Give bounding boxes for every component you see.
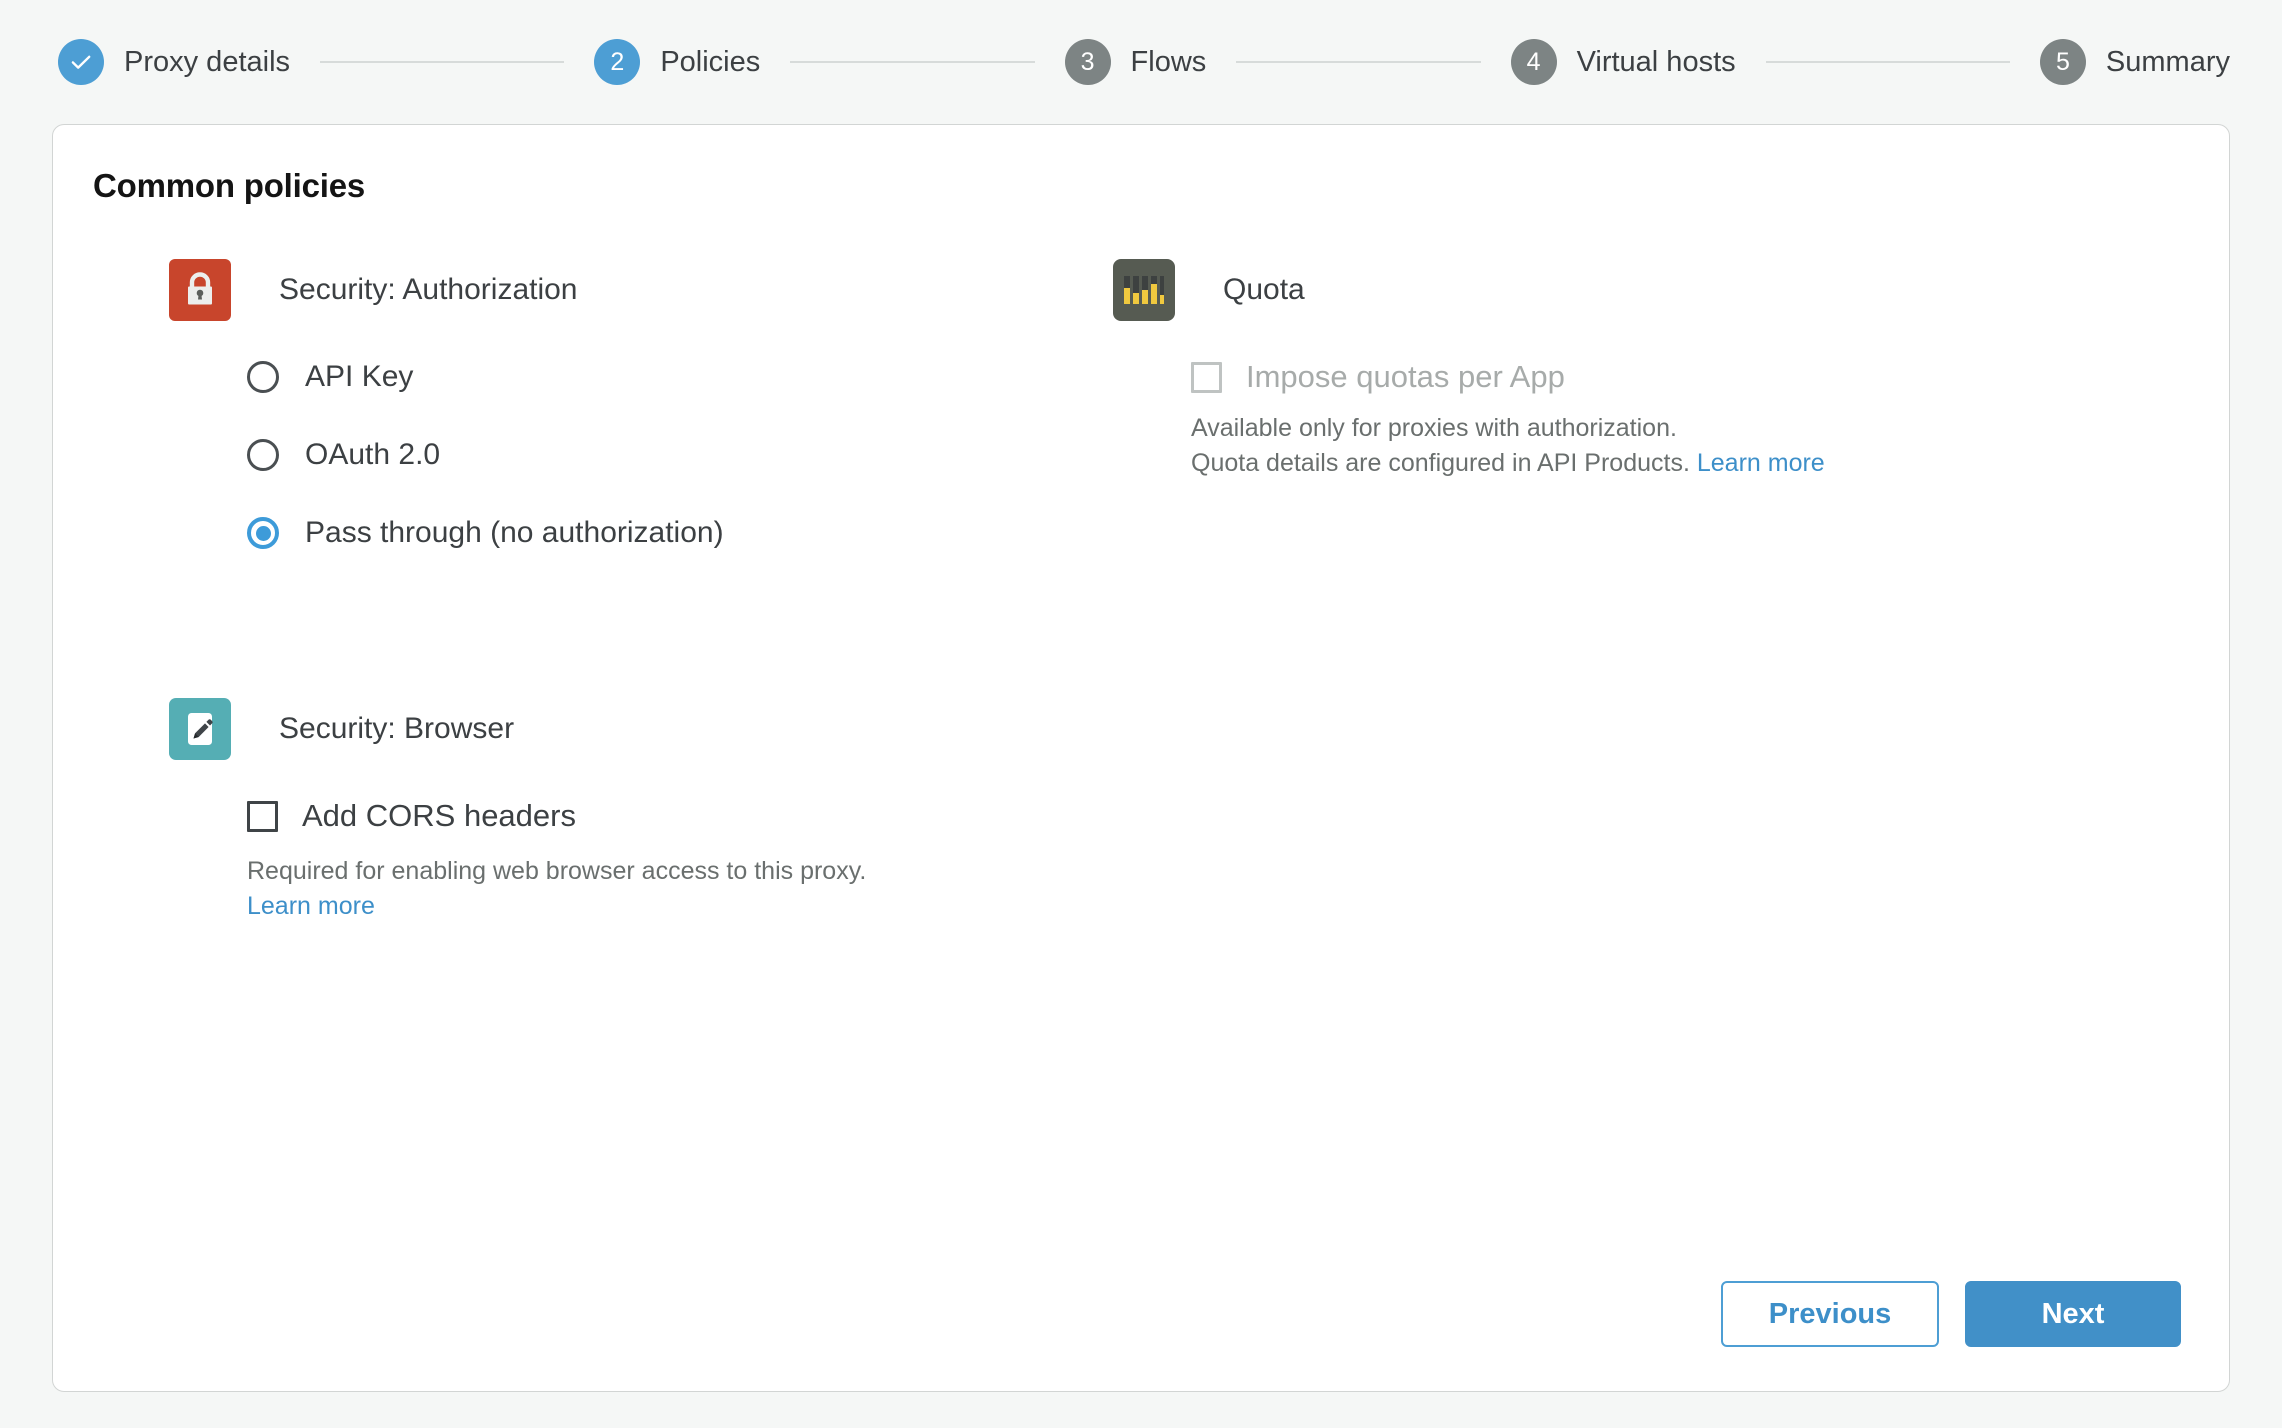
page-title: Common policies bbox=[93, 167, 366, 204]
policy-header: Security: Authorization bbox=[169, 259, 1053, 321]
pencil-glyph bbox=[188, 713, 213, 745]
padlock-glyph bbox=[188, 272, 212, 305]
cors-learn-more-link[interactable]: Learn more bbox=[247, 889, 1053, 924]
policies-columns: Security: Authorization API Key OAuth 2.… bbox=[53, 259, 2229, 924]
radio-oauth[interactable] bbox=[247, 439, 279, 471]
lock-icon bbox=[169, 259, 231, 321]
step-5-bullet: 5 bbox=[2039, 39, 2086, 85]
policy-options: Add CORS headers Required for enabling w… bbox=[169, 796, 1053, 924]
pencil-icon bbox=[169, 698, 231, 760]
step-virtual-hosts[interactable]: 4 Virtual hosts bbox=[1510, 39, 1736, 85]
quota-bars-icon bbox=[1113, 259, 1175, 321]
previous-button[interactable]: Previous bbox=[1721, 1281, 1939, 1347]
step-connector-4 bbox=[1765, 61, 2010, 63]
policy-security-authorization: Security: Authorization API Key OAuth 2.… bbox=[169, 259, 1053, 553]
quota-help-line-1: Available only for proxies with authoriz… bbox=[1191, 414, 1677, 442]
quota-learn-more-link[interactable]: Learn more bbox=[1697, 449, 1825, 477]
radio-api-key[interactable] bbox=[247, 361, 279, 393]
quota-help-line-2: Quota details are configured in API Prod… bbox=[1191, 449, 1690, 477]
radio-pass-through[interactable] bbox=[247, 517, 279, 549]
step-2-bullet: 2 bbox=[594, 39, 641, 85]
next-button[interactable]: Next bbox=[1965, 1281, 2181, 1347]
quota-help-text: Available only for proxies with authoriz… bbox=[1191, 411, 2053, 481]
radio-label-pass-through: Pass through (no authorization) bbox=[305, 516, 724, 549]
quota-help-line-2-wrap: Quota details are configured in API Prod… bbox=[1191, 446, 2053, 481]
step-4-bullet: 4 bbox=[1510, 39, 1557, 85]
policy-quota: Quota Impose quotas per App Available on… bbox=[1113, 259, 2053, 481]
step-5-label: Summary bbox=[2105, 45, 2230, 78]
card-footer: Previous Next bbox=[1721, 1281, 2181, 1347]
checkbox-label-add-cors-headers: Add CORS headers bbox=[302, 798, 576, 833]
policy-options: API Key OAuth 2.0 Pass through (no autho… bbox=[169, 357, 1053, 553]
radio-row-api-key[interactable]: API Key bbox=[247, 357, 1053, 397]
radio-row-oauth[interactable]: OAuth 2.0 bbox=[247, 435, 1053, 475]
checkbox-impose-quotas-per-app bbox=[1191, 361, 1222, 393]
step-policies[interactable]: 2 Policies bbox=[594, 39, 760, 85]
right-column: Quota Impose quotas per App Available on… bbox=[1053, 259, 2053, 924]
radio-label-oauth: OAuth 2.0 bbox=[305, 438, 441, 471]
wizard-stepper: Proxy details 2 Policies 3 Flows 4 Virtu… bbox=[0, 0, 2282, 124]
step-1-label: Proxy details bbox=[124, 45, 291, 78]
step-proxy-details[interactable]: Proxy details bbox=[58, 39, 290, 85]
cors-help-line-1: Required for enabling web browser access… bbox=[247, 857, 867, 885]
cors-help-text: Required for enabling web browser access… bbox=[247, 854, 1053, 924]
policy-security-browser: Security: Browser Add CORS headers Requi… bbox=[169, 698, 1053, 924]
common-policies-card: Common policies Security: Authorization … bbox=[52, 124, 2230, 1392]
step-2-label: Policies bbox=[660, 45, 761, 78]
step-3-bullet: 3 bbox=[1064, 39, 1111, 85]
checkbox-row-cors[interactable]: Add CORS headers bbox=[247, 796, 1053, 836]
checkbox-label-impose-quotas-per-app: Impose quotas per App bbox=[1246, 359, 1565, 394]
radio-label-api-key: API Key bbox=[305, 360, 414, 393]
left-column: Security: Authorization API Key OAuth 2.… bbox=[53, 259, 1053, 924]
check-icon bbox=[71, 55, 91, 69]
step-summary[interactable]: 5 Summary bbox=[2039, 39, 2230, 85]
step-connector-3 bbox=[1236, 61, 1481, 63]
step-connector-1 bbox=[320, 61, 565, 63]
step-connector-2 bbox=[790, 61, 1035, 63]
checkbox-add-cors-headers[interactable] bbox=[247, 800, 278, 832]
policy-options: Impose quotas per App Available only for… bbox=[1113, 357, 2053, 481]
policy-header: Security: Browser bbox=[169, 698, 1053, 760]
step-4-label: Virtual hosts bbox=[1576, 45, 1736, 78]
bar-chart-glyph bbox=[1124, 276, 1164, 304]
step-flows[interactable]: 3 Flows bbox=[1064, 39, 1207, 85]
policy-header: Quota bbox=[1113, 259, 2053, 321]
checkbox-row-impose-quotas: Impose quotas per App bbox=[1191, 357, 2053, 397]
policy-name: Security: Browser bbox=[279, 712, 515, 745]
step-1-bullet bbox=[58, 39, 104, 85]
policies-wizard-page: Proxy details 2 Policies 3 Flows 4 Virtu… bbox=[0, 0, 2282, 1428]
radio-row-pass-through[interactable]: Pass through (no authorization) bbox=[247, 513, 1053, 553]
policy-name: Security: Authorization bbox=[279, 273, 578, 306]
policy-name: Quota bbox=[1223, 273, 1305, 306]
step-3-label: Flows bbox=[1130, 45, 1207, 78]
